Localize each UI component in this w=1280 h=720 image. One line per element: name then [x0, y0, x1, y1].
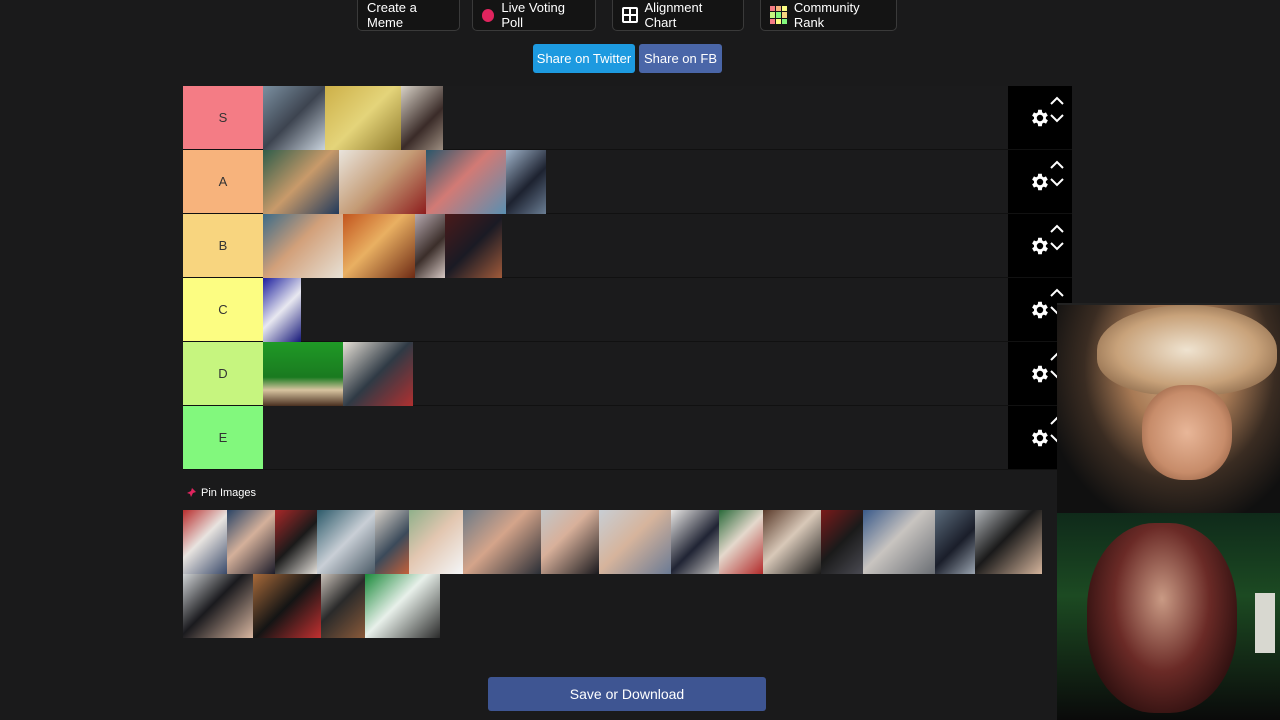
tier-image[interactable]: [339, 150, 426, 214]
tier-image[interactable]: [263, 278, 301, 342]
share-fb-label: Share on FB: [644, 51, 717, 66]
move-down-icon[interactable]: [1050, 113, 1064, 123]
tier-controls-s: [1008, 86, 1072, 149]
pool-image[interactable]: [275, 510, 317, 574]
save-download-label: Save or Download: [569, 686, 685, 702]
save-download-button[interactable]: Save or Download: [488, 677, 766, 711]
pin-images-header: Pin Images: [185, 487, 256, 499]
tier-image[interactable]: [263, 86, 325, 150]
pool-image[interactable]: [599, 510, 671, 574]
pool-image[interactable]: [227, 510, 275, 574]
move-up-icon[interactable]: [1050, 224, 1064, 234]
pool-image[interactable]: [935, 510, 975, 574]
share-fb-button[interactable]: Share on FB: [639, 44, 722, 73]
pool-image[interactable]: [671, 510, 719, 574]
tier-label-d[interactable]: D: [183, 342, 263, 405]
face-shape: [1142, 385, 1232, 480]
live-voting-poll-button[interactable]: Live Voting Poll: [472, 0, 596, 31]
live-voting-label: Live Voting Poll: [501, 0, 565, 30]
pool-image[interactable]: [719, 510, 763, 574]
gear-icon[interactable]: [1029, 171, 1051, 193]
tier-items-b[interactable]: [263, 214, 1008, 278]
tier-items-d[interactable]: [263, 342, 1008, 406]
pool-image[interactable]: [863, 510, 935, 574]
tier-row-e: E: [183, 406, 1072, 470]
tier-image[interactable]: [506, 150, 546, 214]
upside-down-face-shape: [1087, 523, 1237, 713]
alignment-chart-label: Alignment Chart: [644, 0, 703, 30]
alignment-chart-button[interactable]: Alignment Chart: [612, 0, 744, 31]
tier-row-a: A: [183, 150, 1072, 214]
create-meme-label: Create a Meme: [367, 0, 417, 30]
tier-controls-b: [1008, 214, 1072, 277]
pool-image[interactable]: [365, 574, 440, 638]
pool-image[interactable]: [183, 510, 227, 574]
pool-image[interactable]: [321, 574, 365, 638]
tier-image[interactable]: [263, 150, 339, 214]
tier-row-d: D: [183, 342, 1072, 406]
pool-image[interactable]: [763, 510, 821, 574]
move-up-icon[interactable]: [1050, 288, 1064, 298]
tier-image[interactable]: [343, 342, 413, 406]
webcam-feed-top: [1057, 303, 1280, 513]
create-meme-button[interactable]: Create a Meme: [357, 0, 460, 31]
tier-label-c[interactable]: C: [183, 278, 263, 341]
move-down-icon[interactable]: [1050, 241, 1064, 251]
tier-items-a[interactable]: [263, 150, 1008, 214]
share-twitter-button[interactable]: Share on Twitter: [533, 44, 635, 73]
tier-grid-icon: [770, 6, 787, 24]
fur-hat-shape: [1097, 305, 1277, 395]
share-twitter-label: Share on Twitter: [536, 51, 632, 66]
gear-icon[interactable]: [1029, 363, 1051, 385]
move-up-icon[interactable]: [1050, 160, 1064, 170]
gear-icon[interactable]: [1029, 299, 1051, 321]
pin-images-pool[interactable]: [183, 510, 1056, 638]
move-up-icon[interactable]: [1050, 96, 1064, 106]
tier-row-c: C: [183, 278, 1072, 342]
tier-label-s[interactable]: S: [183, 86, 263, 149]
webcam-feed-bottom: [1057, 513, 1280, 720]
move-down-icon[interactable]: [1050, 177, 1064, 187]
pool-image[interactable]: [409, 510, 463, 574]
pin-images-title: Pin Images: [201, 487, 257, 499]
tier-items-e[interactable]: [263, 406, 1008, 469]
grid-icon: [622, 7, 638, 23]
pool-image[interactable]: [821, 510, 863, 574]
tier-image[interactable]: [401, 86, 443, 150]
tier-image[interactable]: [426, 150, 506, 214]
gear-icon[interactable]: [1029, 107, 1051, 129]
tier-items-c[interactable]: [263, 278, 1008, 342]
tier-label-a[interactable]: A: [183, 150, 263, 213]
tier-controls-a: [1008, 150, 1072, 213]
pool-image[interactable]: [183, 574, 253, 638]
tier-image[interactable]: [415, 214, 445, 278]
tier-image[interactable]: [325, 86, 401, 150]
tier-image[interactable]: [263, 214, 343, 278]
pool-image[interactable]: [463, 510, 541, 574]
pool-image[interactable]: [375, 510, 409, 574]
tier-items-s[interactable]: [263, 86, 1008, 150]
tier-label-b[interactable]: B: [183, 214, 263, 277]
gear-icon[interactable]: [1029, 427, 1051, 449]
tier-image[interactable]: [445, 214, 502, 278]
tier-label-e[interactable]: E: [183, 406, 263, 469]
tier-row-s: S: [183, 86, 1072, 150]
wall-poster: [1255, 593, 1275, 653]
pool-image[interactable]: [317, 510, 375, 574]
record-dot-icon: [482, 8, 495, 22]
pin-icon: [186, 488, 196, 498]
tier-row-b: B: [183, 214, 1072, 278]
pool-image[interactable]: [975, 510, 1042, 574]
tier-list: S A B C D E: [183, 86, 1072, 470]
community-rank-button[interactable]: Community Rank: [760, 0, 897, 31]
community-rank-label: Community Rank: [793, 0, 860, 30]
pool-image[interactable]: [253, 574, 321, 638]
pool-image[interactable]: [541, 510, 599, 574]
tier-image[interactable]: [263, 342, 343, 406]
gear-icon[interactable]: [1029, 235, 1051, 257]
tier-image[interactable]: [343, 214, 415, 278]
